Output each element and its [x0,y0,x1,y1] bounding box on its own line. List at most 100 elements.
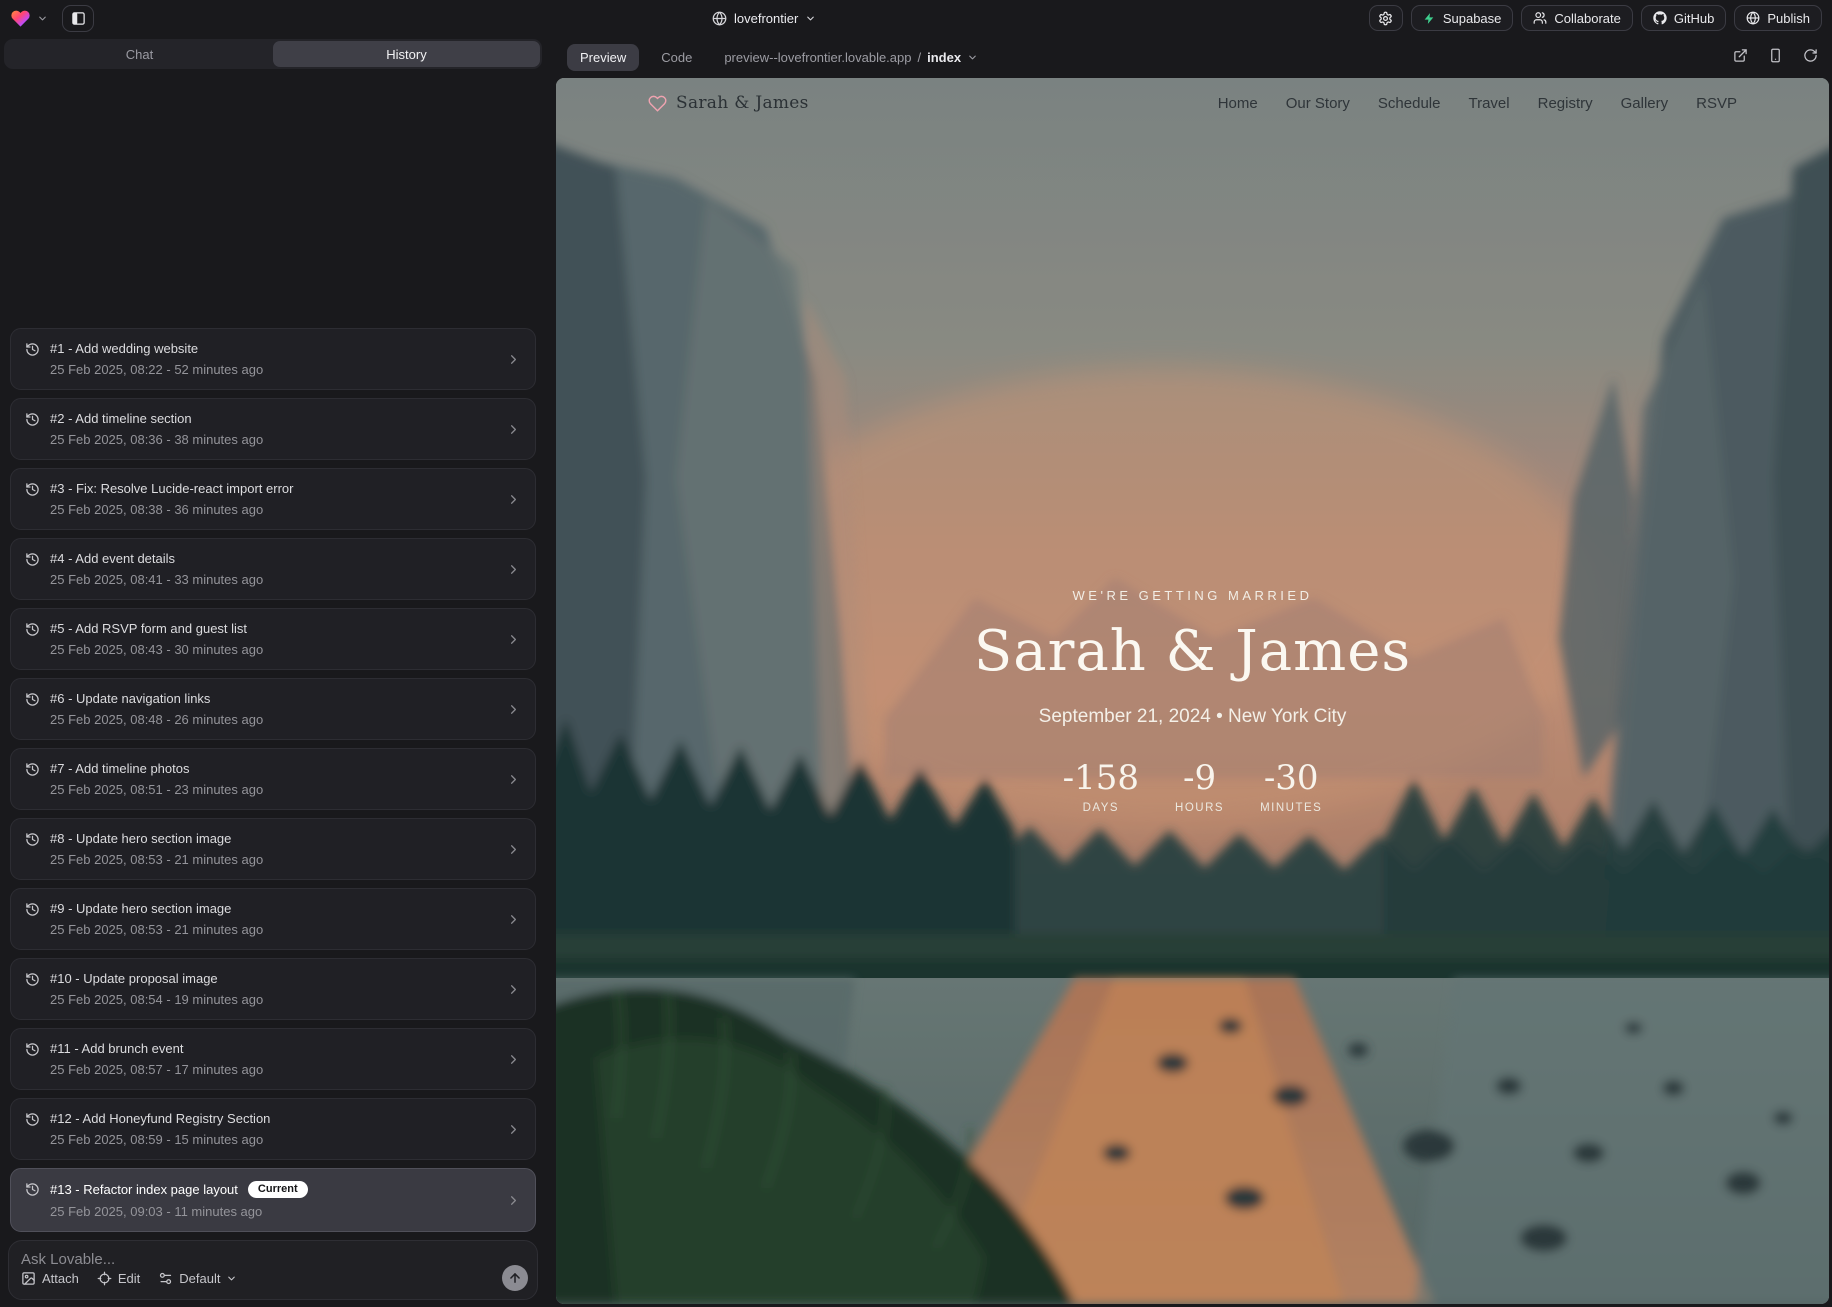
preview-toolbar-icons [1733,48,1818,66]
nav-link-home[interactable]: Home [1218,95,1258,112]
smartphone-icon [1768,48,1783,63]
site-logo[interactable]: Sarah & James [648,93,809,113]
nav-link-rsvp[interactable]: RSVP [1696,95,1737,112]
edit-button[interactable]: Edit [97,1271,140,1286]
preview-url[interactable]: preview--lovefrontier.lovable.app / inde… [724,50,978,65]
panel-left-icon [71,11,86,26]
history-item[interactable]: #4 - Add event details 25 Feb 2025, 08:41… [10,538,536,600]
history-item-title: #6 - Update navigation links [50,691,210,706]
history-item[interactable]: #6 - Update navigation links25 Feb 2025,… [10,678,536,740]
url-separator: / [917,50,921,65]
tab-preview[interactable]: Preview [567,44,639,71]
countdown-hours: -9 HOURS [1175,758,1224,814]
mode-select-button[interactable]: Default [158,1271,237,1286]
history-icon [25,1042,40,1057]
github-icon [1653,11,1667,25]
history-item-time: 25 Feb 2025, 08:36 - 38 minutes ago [50,432,496,447]
history-icon [25,1182,40,1197]
nav-link-travel[interactable]: Travel [1468,95,1509,112]
nav-link-gallery[interactable]: Gallery [1621,95,1669,112]
mobile-preview-button[interactable] [1768,48,1783,66]
history-item[interactable]: #11 - Add brunch event 25 Feb 2025, 08:57… [10,1028,536,1090]
history-icon [25,1112,40,1127]
history-item-title: #8 - Update hero section image [50,831,231,846]
history-item[interactable]: #1 - Add wedding website25 Feb 2025, 08:… [10,328,536,390]
prompt-actions: Attach Edit Default [21,1265,528,1291]
history-item[interactable]: #5 - Add RSVP form and guest list25 Feb … [10,608,536,670]
history-item-time: 25 Feb 2025, 08:59 - 15 minutes ago [50,1132,496,1147]
settings-sliders-icon [158,1271,173,1286]
tab-chat[interactable]: Chat [6,41,273,67]
chevron-down-icon [967,52,978,63]
history-item-title: #11 - Add brunch event [50,1041,183,1056]
chevron-right-icon [506,352,521,367]
preview-viewport[interactable]: Sarah & James Home Our Story Schedule Tr… [556,78,1829,1304]
github-button[interactable]: GitHub [1641,5,1726,31]
history-item-time: 25 Feb 2025, 08:41 - 33 minutes ago [50,572,496,587]
countdown-days: -158 DAYS [1063,758,1139,814]
top-bar-left [10,5,94,32]
chevron-right-icon [506,1193,521,1208]
supabase-icon [1423,12,1436,25]
history-item-time: 25 Feb 2025, 08:38 - 36 minutes ago [50,502,496,517]
history-item-time: 25 Feb 2025, 09:03 - 11 minutes ago [50,1204,496,1219]
users-icon [1533,11,1547,25]
history-item-title: #13 - Refactor index page layout [50,1182,238,1197]
history-item-current[interactable]: #13 - Refactor index page layout Current… [10,1168,536,1232]
open-in-new-tab-button[interactable] [1733,48,1748,66]
supabase-label: Supabase [1443,11,1502,26]
history-item[interactable]: #2 - Add timeline section25 Feb 2025, 08… [10,398,536,460]
publish-button[interactable]: Publish [1734,5,1822,31]
tab-code[interactable]: Code [655,49,698,66]
history-item[interactable]: #3 - Fix: Resolve Lucide-react import er… [10,468,536,530]
crosshair-icon [97,1271,112,1286]
history-item[interactable]: #8 - Update hero section image25 Feb 202… [10,818,536,880]
history-item[interactable]: #7 - Add timeline photos25 Feb 2025, 08:… [10,748,536,810]
site-header: Sarah & James Home Our Story Schedule Tr… [556,78,1829,128]
chevron-down-icon[interactable] [37,13,48,24]
history-icon [25,762,40,777]
supabase-button[interactable]: Supabase [1411,5,1514,31]
history-item[interactable]: #10 - Update proposal image25 Feb 2025, … [10,958,536,1020]
image-icon [21,1271,36,1286]
top-bar-actions: Supabase Collaborate GitHub Publish [1369,5,1822,31]
history-item-time: 25 Feb 2025, 08:57 - 17 minutes ago [50,1062,496,1077]
history-item[interactable]: #12 - Add Honeyfund Registry Section25 F… [10,1098,536,1160]
attach-button[interactable]: Attach [21,1271,79,1286]
history-item-title: #4 - Add event details [50,551,175,566]
collaborate-button[interactable]: Collaborate [1521,5,1633,31]
attach-label: Attach [42,1271,79,1286]
preview-toolbar: Preview Code preview--lovefrontier.lovab… [553,36,1832,78]
lovable-logo-icon[interactable] [10,8,31,29]
history-icon [25,552,40,567]
nav-link-registry[interactable]: Registry [1538,95,1593,112]
chevron-right-icon [506,772,521,787]
tab-history[interactable]: History [273,41,540,67]
history-item-time: 25 Feb 2025, 08:51 - 23 minutes ago [50,782,496,797]
lovable-app: lovefrontier Supabase Collaborate GitHub… [0,0,1832,1307]
current-version-badge: Current [248,1181,308,1198]
top-bar: lovefrontier Supabase Collaborate GitHub… [0,0,1832,36]
history-icon [25,482,40,497]
publish-label: Publish [1767,11,1810,26]
chevron-right-icon [506,982,521,997]
arrow-up-icon [508,1271,522,1285]
chevron-right-icon [506,1122,521,1137]
countdown-minutes-label: MINUTES [1260,802,1322,814]
chevron-right-icon [506,702,521,717]
refresh-button[interactable] [1803,48,1818,66]
history-item-title: #10 - Update proposal image [50,971,218,986]
prompt-input-box[interactable]: Ask Lovable... Attach Edit Default [8,1240,538,1300]
history-item[interactable]: #9 - Update hero section image25 Feb 202… [10,888,536,950]
hero-date-location: September 21, 2024 • New York City [556,706,1829,728]
nav-link-our-story[interactable]: Our Story [1286,95,1350,112]
settings-button[interactable] [1369,5,1403,31]
project-selector[interactable]: lovefrontier [712,0,816,36]
history-item-title: #3 - Fix: Resolve Lucide-react import er… [50,481,293,496]
nav-link-schedule[interactable]: Schedule [1378,95,1441,112]
site-nav: Home Our Story Schedule Travel Registry … [1218,95,1737,112]
chevron-right-icon [506,912,521,927]
sidebar-toggle-button[interactable] [62,5,94,32]
send-button[interactable] [502,1265,528,1291]
chevron-right-icon [506,562,521,577]
